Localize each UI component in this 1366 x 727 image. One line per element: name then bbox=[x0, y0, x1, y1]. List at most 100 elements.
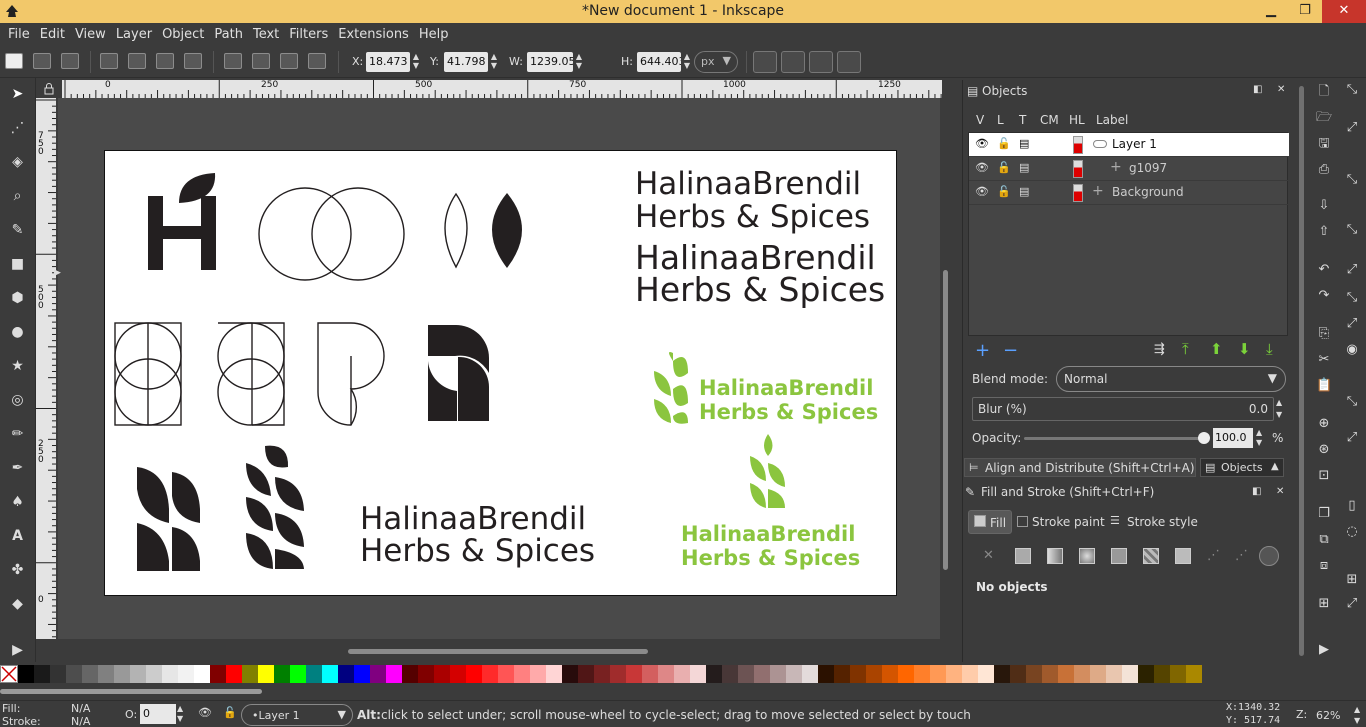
column-type[interactable]: T bbox=[1019, 113, 1026, 127]
add-layer-icon[interactable]: + bbox=[975, 340, 990, 361]
unlock-icon[interactable]: 🔓 bbox=[997, 161, 1011, 174]
h-input[interactable]: 644.403 bbox=[637, 52, 681, 72]
status-opacity-input[interactable]: 0 bbox=[140, 704, 176, 724]
raise-icon[interactable] bbox=[252, 53, 270, 69]
color-swatch[interactable] bbox=[386, 665, 402, 683]
list-item-layer1[interactable]: 👁 🔓 ▤ Layer 1 bbox=[969, 133, 1289, 157]
color-swatch[interactable] bbox=[226, 665, 242, 683]
color-swatch[interactable] bbox=[370, 665, 386, 683]
color-swatch[interactable] bbox=[1122, 665, 1138, 683]
color-swatch[interactable] bbox=[1074, 665, 1090, 683]
layer-lock-icon[interactable]: 🔓 bbox=[223, 706, 237, 719]
no-paint-icon[interactable]: ✕ bbox=[983, 548, 994, 563]
color-swatch[interactable] bbox=[914, 665, 930, 683]
lower-to-bottom-icon[interactable]: ⤓ bbox=[1266, 340, 1273, 358]
zoom-input[interactable]: 62% bbox=[1312, 704, 1352, 726]
calligraphy-tool-icon[interactable]: ♠ bbox=[9, 494, 26, 510]
open-icon[interactable]: 🗁 bbox=[1316, 110, 1332, 126]
objects-list[interactable]: 👁 🔓 ▤ Layer 1 👁 🔓 ▤ + g1097 👁 🔓 ▤ + Back… bbox=[968, 132, 1289, 336]
pen-tool-icon[interactable]: ✒ bbox=[9, 460, 26, 476]
color-swatch[interactable] bbox=[1026, 665, 1042, 683]
mesh-gradient-icon[interactable] bbox=[1111, 548, 1127, 564]
paste-icon[interactable]: 📋 bbox=[1316, 378, 1332, 394]
horizontal-scrollbar[interactable] bbox=[58, 645, 940, 659]
scale-corners-button[interactable] bbox=[781, 51, 805, 73]
color-swatch[interactable] bbox=[850, 665, 866, 683]
color-swatch[interactable] bbox=[562, 665, 578, 683]
color-swatch[interactable] bbox=[194, 665, 210, 683]
eraser-tool-icon[interactable]: ◆ bbox=[9, 596, 26, 612]
color-swatch[interactable] bbox=[978, 665, 994, 683]
tab-fill[interactable]: Fill bbox=[968, 510, 1012, 534]
x-input[interactable]: 18.473 bbox=[366, 52, 410, 72]
color-palette[interactable] bbox=[18, 665, 1366, 683]
blur-stepper[interactable]: ▲ ▼ bbox=[1276, 397, 1286, 421]
color-swatch[interactable] bbox=[930, 665, 946, 683]
spray-tool-icon[interactable]: ✤ bbox=[9, 562, 26, 578]
color-swatch[interactable] bbox=[450, 665, 466, 683]
unlock-icon[interactable]: 🔓 bbox=[997, 137, 1011, 150]
color-swatch[interactable] bbox=[802, 665, 818, 683]
menu-extensions[interactable]: Extensions bbox=[334, 27, 413, 42]
group-icon[interactable]: ⊞ bbox=[1316, 596, 1332, 612]
color-swatch[interactable] bbox=[466, 665, 482, 683]
snap-guide-icon[interactable]: ⤢ bbox=[1344, 596, 1360, 612]
expand-commands-icon[interactable]: ▶ bbox=[1316, 642, 1332, 658]
opacity-input[interactable]: 100.0 bbox=[1213, 428, 1253, 448]
raise-icon[interactable]: ⬆ bbox=[1210, 340, 1223, 358]
unset-paint-icon[interactable]: ⋰ bbox=[1207, 548, 1220, 563]
color-swatch[interactable] bbox=[1058, 665, 1074, 683]
color-swatch[interactable] bbox=[610, 665, 626, 683]
x-stepper[interactable]: ▲ ▼ bbox=[411, 52, 421, 72]
expand-icon[interactable]: + bbox=[1110, 159, 1122, 175]
color-swatch[interactable] bbox=[1106, 665, 1122, 683]
pattern-icon[interactable] bbox=[1143, 548, 1159, 564]
color-swatch[interactable] bbox=[130, 665, 146, 683]
stroke-indicator[interactable]: N/A bbox=[71, 715, 90, 727]
unlock-icon[interactable]: 🔓 bbox=[997, 185, 1011, 198]
duplicate-icon[interactable]: ❐ bbox=[1316, 506, 1332, 522]
zoom-page-icon[interactable]: ⊡ bbox=[1316, 468, 1332, 484]
color-swatch[interactable] bbox=[530, 665, 546, 683]
zoom-selection-icon[interactable]: ⊕ bbox=[1316, 416, 1332, 432]
panel-iconify-icon[interactable]: ◧ bbox=[1253, 84, 1262, 95]
menu-path[interactable]: Path bbox=[210, 27, 247, 42]
zoom-tool-icon[interactable]: ⌕ bbox=[9, 188, 26, 204]
color-swatch[interactable] bbox=[418, 665, 434, 683]
eye-icon[interactable]: 👁 bbox=[975, 137, 989, 150]
snap-cusp-icon[interactable]: ◉ bbox=[1344, 342, 1360, 358]
color-swatch[interactable] bbox=[706, 665, 722, 683]
color-swatch[interactable] bbox=[546, 665, 562, 683]
vertical-scroll-thumb[interactable] bbox=[943, 270, 948, 570]
eye-icon[interactable]: 👁 bbox=[975, 185, 989, 198]
color-swatch[interactable] bbox=[882, 665, 898, 683]
menu-filters[interactable]: Filters bbox=[285, 27, 332, 42]
unit-select[interactable]: px ▼ bbox=[694, 51, 738, 73]
color-swatch[interactable] bbox=[866, 665, 882, 683]
fill-indicator[interactable]: N/A bbox=[71, 702, 90, 715]
color-swatch[interactable] bbox=[178, 665, 194, 683]
color-swatch[interactable] bbox=[66, 665, 82, 683]
tab-stroke-style[interactable]: ☰ Stroke style bbox=[1108, 510, 1200, 534]
tab-stroke-paint[interactable]: Stroke paint bbox=[1014, 510, 1106, 534]
lower-icon[interactable]: ⬇ bbox=[1238, 340, 1251, 358]
blend-mode-select[interactable]: Normal ▼ bbox=[1056, 366, 1286, 392]
color-swatch[interactable] bbox=[98, 665, 114, 683]
panel-iconify-icon[interactable]: ◧ bbox=[1252, 486, 1261, 497]
color-swatch[interactable] bbox=[146, 665, 162, 683]
flip-vertical-icon[interactable] bbox=[184, 53, 202, 69]
snap-center-icon[interactable]: ◌ bbox=[1344, 524, 1360, 540]
opacity-slider-track[interactable] bbox=[1024, 437, 1204, 440]
swatch-icon[interactable] bbox=[1175, 548, 1191, 564]
color-swatch[interactable] bbox=[962, 665, 978, 683]
panel-close-icon[interactable]: ✕ bbox=[1276, 486, 1284, 497]
current-layer-select[interactable]: •Layer 1 ▼ bbox=[241, 704, 353, 726]
snap-toggle-icon[interactable]: ⤡ bbox=[1344, 82, 1360, 98]
pencil-tool-icon[interactable]: ✏ bbox=[9, 426, 26, 442]
menu-edit[interactable]: Edit bbox=[36, 27, 69, 42]
color-swatch[interactable] bbox=[898, 665, 914, 683]
snap-bbox-corner-icon[interactable]: ⤡ bbox=[1344, 222, 1360, 238]
color-swatch[interactable] bbox=[642, 665, 658, 683]
color-swatch[interactable] bbox=[338, 665, 354, 683]
color-swatch[interactable] bbox=[1042, 665, 1058, 683]
